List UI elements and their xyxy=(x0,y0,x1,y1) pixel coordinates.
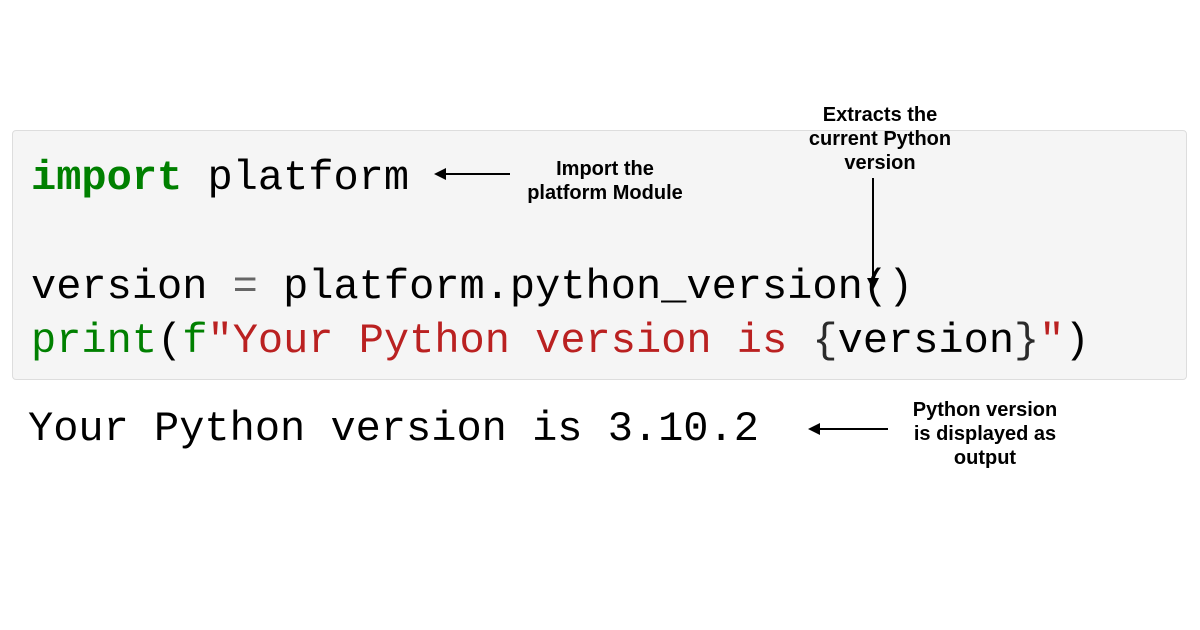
annotation-text: current Python xyxy=(790,127,970,151)
arrow-left-icon xyxy=(808,428,888,430)
arrow-down-icon xyxy=(872,178,874,288)
brace-open: { xyxy=(812,317,837,365)
output-text: Your Python version is 3.10.2 xyxy=(28,405,759,453)
annotation-text: platform Module xyxy=(510,181,700,205)
module-name: platform xyxy=(207,154,409,202)
annotation-text: is displayed as xyxy=(890,422,1080,446)
annotation-extract: Extracts the current Python version xyxy=(790,103,970,175)
quote-open: " xyxy=(207,317,232,365)
annotation-text: Import the xyxy=(510,157,700,181)
brace-close: } xyxy=(1014,317,1039,365)
annotation-text: Extracts the xyxy=(790,103,970,127)
string-content: Your Python version is xyxy=(233,317,813,365)
annotation-text: Python version xyxy=(890,398,1080,422)
print-keyword: print xyxy=(31,317,157,365)
equals-operator: = xyxy=(233,263,258,311)
code-line-3: print(f"Your Python version is {version}… xyxy=(31,314,1168,369)
arrow-left-icon xyxy=(434,173,514,175)
annotation-output: Python version is displayed as output xyxy=(890,398,1080,470)
close-paren: ) xyxy=(1064,317,1089,365)
fstring-prefix: f xyxy=(182,317,207,365)
annotation-text: version xyxy=(790,151,970,175)
keyword-import: import xyxy=(31,154,182,202)
code-line-2: version = platform.python_version() xyxy=(31,260,1168,315)
open-paren: ( xyxy=(157,317,182,365)
quote-close: " xyxy=(1039,317,1064,365)
annotation-import: Import the platform Module xyxy=(510,157,700,205)
interpolation-var: version xyxy=(838,317,1014,365)
code-blank-line xyxy=(31,206,1168,260)
variable-name: version xyxy=(31,263,207,311)
function-call: platform.python_version xyxy=(283,263,863,311)
annotation-text: output xyxy=(890,446,1080,470)
